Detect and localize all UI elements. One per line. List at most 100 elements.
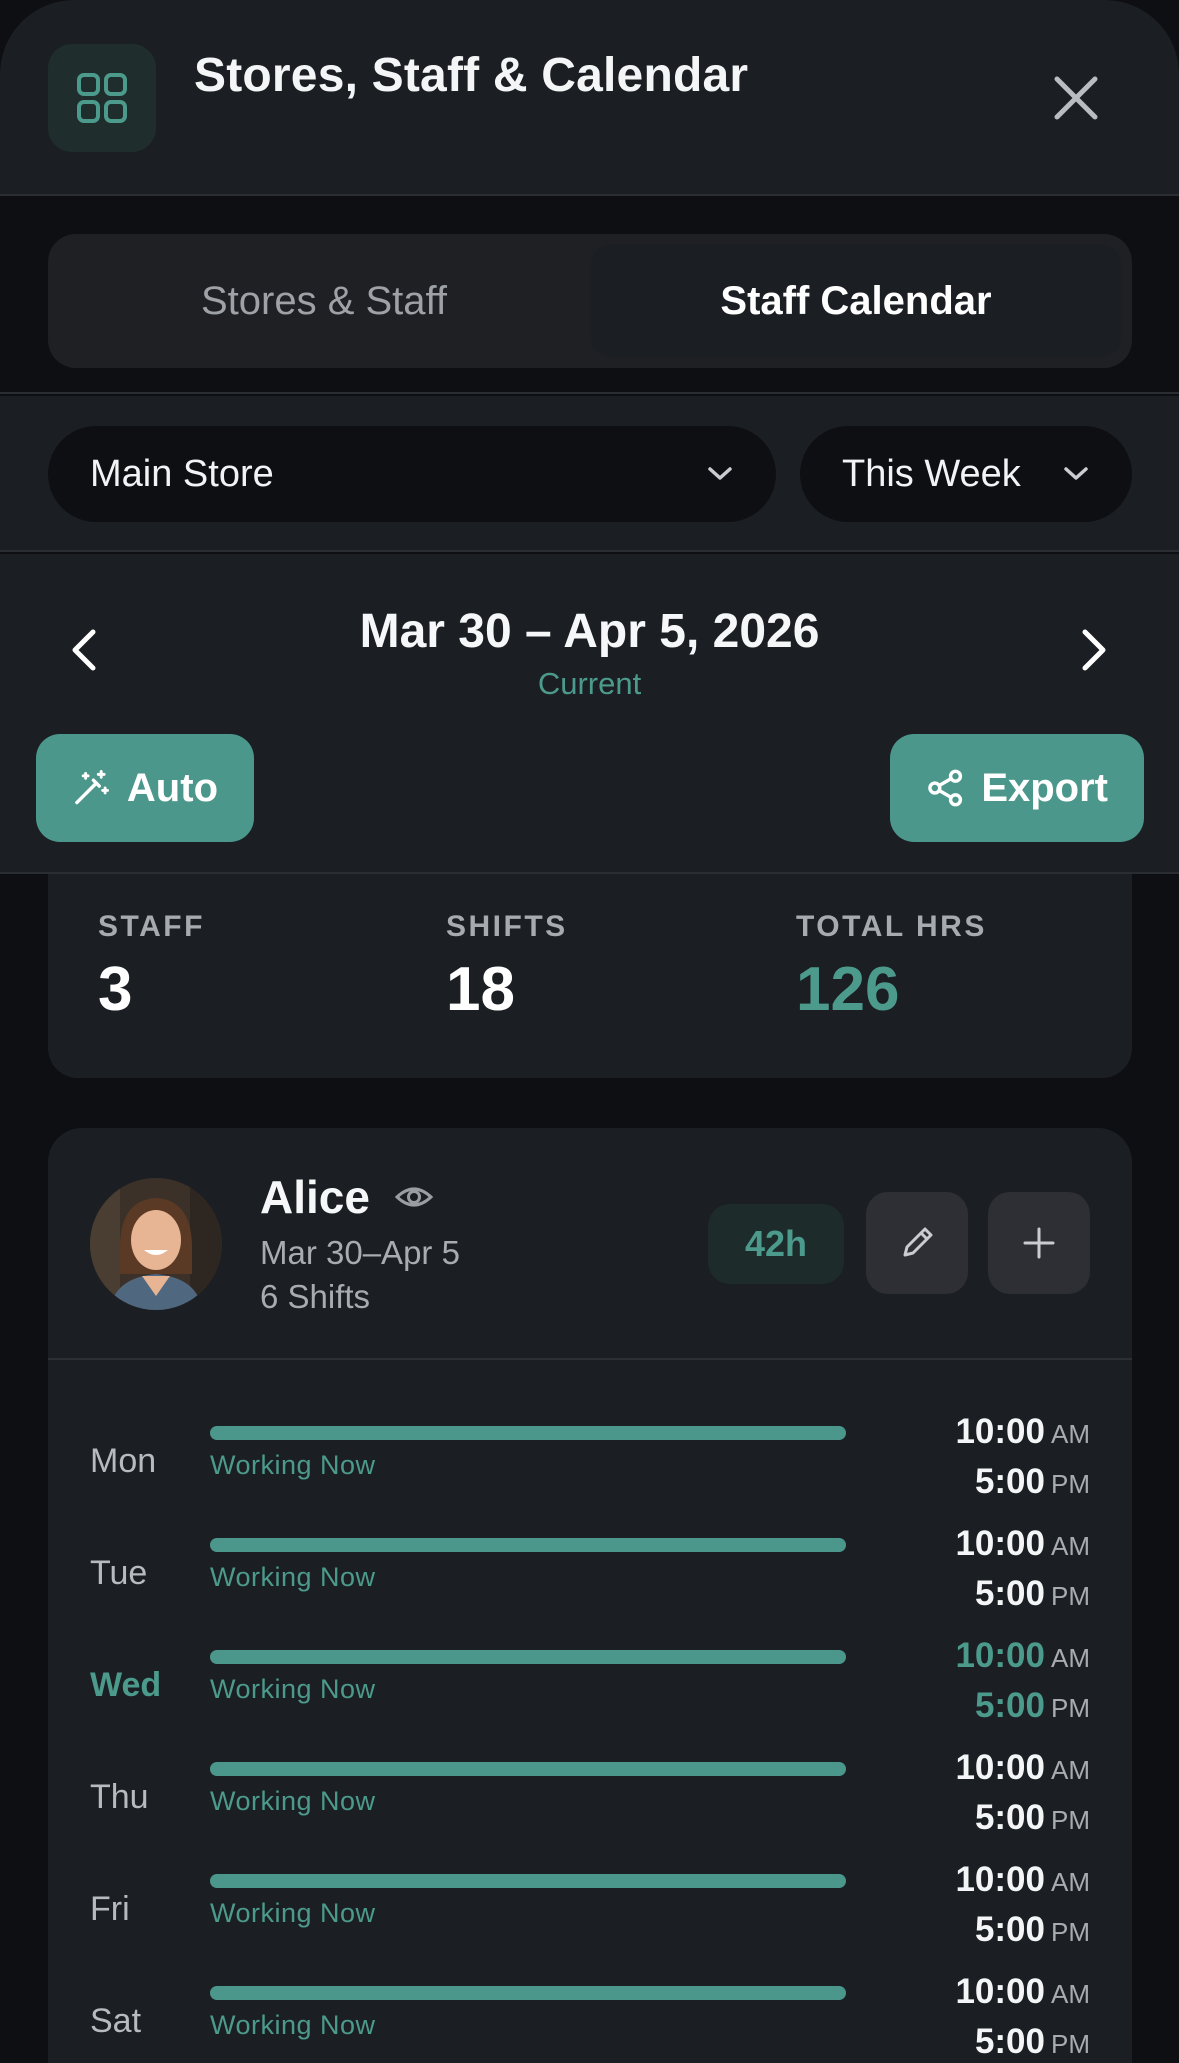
shift-start-time: 10:00 AM [955, 1748, 1090, 1788]
period-select-value: This Week [842, 452, 1021, 495]
hours-badge: 42h [708, 1204, 844, 1284]
shift-end-time: 5:00 PM [975, 1462, 1090, 1502]
day-label: Wed [90, 1666, 162, 1704]
time-value: 10:00 [955, 1748, 1045, 1787]
time-ampm: AM [1051, 1419, 1090, 1449]
day-label: Fri [90, 1890, 130, 1928]
chevron-down-icon [1064, 467, 1088, 480]
stat-label: TOTAL HRS [796, 910, 987, 943]
shift-end-time: 5:00 PM [975, 1910, 1090, 1950]
shift-start-time: 10:00 AM [955, 1524, 1090, 1564]
stat-label: STAFF [98, 910, 205, 943]
time-ampm: AM [1051, 1755, 1090, 1785]
sheet-title: Stores, Staff & Calendar [194, 49, 749, 102]
shift-status: Working Now [210, 1450, 376, 1480]
shift-end-time: 5:00 PM [975, 1686, 1090, 1726]
staff-name: Alice [260, 1171, 370, 1223]
store-select[interactable]: Main Store [48, 426, 776, 522]
time-ampm: PM [1051, 1581, 1090, 1611]
shift-status: Working Now [210, 1674, 376, 1704]
segmented-tabs: Stores & Staff Staff Calendar [48, 234, 1132, 368]
time-value: 10:00 [955, 1412, 1045, 1451]
shift-bar [210, 1426, 846, 1440]
close-icon [1054, 76, 1098, 120]
filters-bar: Main Store This Week [0, 396, 1179, 552]
shift-start-time: 10:00 AM [955, 1860, 1090, 1900]
shift-status: Working Now [210, 1898, 376, 1928]
pencil-icon [903, 1227, 933, 1257]
stat-staff: STAFF 3 [98, 910, 205, 1025]
time-ampm: PM [1051, 1805, 1090, 1835]
time-ampm: AM [1051, 1643, 1090, 1673]
shift-start-time: 10:00 AM [955, 1636, 1090, 1676]
chevron-down-icon [708, 467, 732, 480]
shift-row[interactable]: Wed Working Now 10:00 AM 5:00 PM [48, 1636, 1132, 1748]
staff-date-range: Mar 30–Apr 5 [260, 1234, 460, 1271]
shift-end-time: 5:00 PM [975, 1574, 1090, 1614]
shift-row[interactable]: Mon Working Now 10:00 AM 5:00 PM [48, 1412, 1132, 1524]
time-ampm: PM [1051, 1469, 1090, 1499]
magic-wand-icon [75, 769, 109, 805]
stores-staff-calendar-sheet: Stores, Staff & Calendar Stores & Staff … [0, 0, 1179, 2063]
share-icon [928, 769, 963, 807]
shift-bar [210, 1538, 846, 1552]
time-value: 10:00 [955, 1524, 1045, 1563]
day-label: Sat [90, 2002, 142, 2040]
edit-button[interactable] [866, 1192, 968, 1294]
sheet-header: Stores, Staff & Calendar [0, 0, 1179, 196]
shift-bar [210, 1986, 846, 2000]
time-ampm: PM [1051, 2029, 1090, 2059]
store-select-value: Main Store [90, 452, 274, 495]
add-shift-button[interactable] [988, 1192, 1090, 1294]
period-select[interactable]: This Week [800, 426, 1132, 522]
week-status: Current [537, 666, 642, 701]
time-value: 5:00 [974, 1462, 1045, 1501]
shift-start-time: 10:00 AM [955, 1972, 1090, 2012]
card-divider [48, 1358, 1132, 1360]
export-button[interactable]: Export [890, 734, 1144, 842]
day-label: Tue [90, 1554, 148, 1592]
export-label: Export [981, 765, 1108, 810]
time-value: 10:00 [955, 1972, 1045, 2011]
shift-start-time: 10:00 AM [955, 1412, 1090, 1452]
stat-value: 18 [446, 955, 515, 1024]
staff-card: Alice Mar 30–Apr 5 6 Shifts 42h Mon Worki… [48, 1128, 1132, 2063]
week-range: Mar 30 – Apr 5, 2026 [359, 605, 820, 658]
time-value: 5:00 [974, 1798, 1045, 1837]
next-week-button[interactable] [1064, 620, 1124, 680]
shift-status: Working Now [210, 1562, 376, 1592]
stat-total-hours: TOTAL HRS 126 [796, 910, 987, 1025]
staff-shift-count: 6 Shifts [260, 1278, 371, 1315]
plus-icon [1023, 1227, 1055, 1259]
eye-icon[interactable] [394, 1182, 434, 1212]
time-value: 5:00 [974, 2022, 1045, 2061]
shift-bar [210, 1650, 846, 1664]
week-navigator: Mar 30 – Apr 5, 2026 Current Auto Export [0, 554, 1179, 874]
shift-bar [210, 1874, 846, 1888]
shift-row[interactable]: Sat Working Now 10:00 AM 5:00 PM [48, 1972, 1132, 2063]
time-value: 5:00 [974, 1910, 1045, 1949]
stat-label: SHIFTS [446, 910, 568, 943]
tab-stores-staff[interactable]: Stores & Staff [58, 244, 590, 358]
time-ampm: PM [1051, 1917, 1090, 1947]
time-value: 5:00 [974, 1686, 1045, 1725]
stat-shifts: SHIFTS 18 [446, 910, 568, 1025]
stat-value: 3 [98, 955, 133, 1024]
tabbar-section: Stores & Staff Staff Calendar [0, 198, 1179, 394]
shift-end-time: 5:00 PM [975, 1798, 1090, 1838]
shift-row[interactable]: Thu Working Now 10:00 AM 5:00 PM [48, 1748, 1132, 1860]
time-ampm: AM [1051, 1979, 1090, 2009]
grid-icon [48, 44, 156, 152]
shift-row[interactable]: Tue Working Now 10:00 AM 5:00 PM [48, 1524, 1132, 1636]
shift-row[interactable]: Fri Working Now 10:00 AM 5:00 PM [48, 1860, 1132, 1972]
shift-status: Working Now [210, 2010, 376, 2040]
stat-value: 126 [796, 955, 900, 1024]
close-button[interactable] [1040, 62, 1112, 134]
time-value: 5:00 [974, 1574, 1045, 1613]
time-value: 10:00 [955, 1860, 1045, 1899]
avatar[interactable] [90, 1178, 222, 1310]
time-ampm: AM [1051, 1531, 1090, 1561]
day-label: Thu [90, 1778, 149, 1816]
tab-staff-calendar[interactable]: Staff Calendar [590, 244, 1122, 358]
auto-schedule-button[interactable]: Auto [36, 734, 254, 842]
